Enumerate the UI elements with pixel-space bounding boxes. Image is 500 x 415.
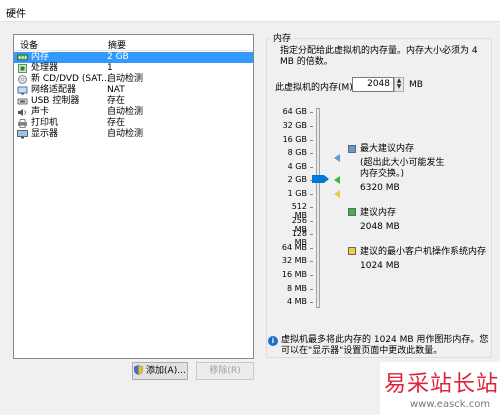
device-name: 内存 bbox=[31, 52, 50, 62]
device-row-monitor[interactable]: 显示器 自动检测 bbox=[14, 129, 253, 140]
network-icon bbox=[17, 86, 28, 95]
watermark: 易采站长站 www.easck.com bbox=[380, 362, 500, 415]
legend-min-swatch bbox=[348, 247, 356, 255]
tick-mark bbox=[310, 275, 313, 276]
device-name: 处理器 bbox=[31, 63, 59, 73]
add-button[interactable]: 添加(A)... bbox=[132, 362, 188, 380]
device-list[interactable]: 设备 摘要 内存 2 GB 处理器 1 新 CD/DVD (SAT... 自动检… bbox=[13, 34, 254, 359]
memory-field-label: 此虚拟机的内存(M): bbox=[275, 83, 356, 93]
tick-mark bbox=[310, 153, 313, 154]
device-name: 显示器 bbox=[31, 129, 59, 139]
legend-min-value: 1024 MB bbox=[360, 261, 400, 271]
legend-min-title: 建议的最小客户机操作系统内存 bbox=[360, 247, 487, 257]
device-row-cd-dvd[interactable]: 新 CD/DVD (SAT... 自动检测 bbox=[14, 74, 253, 85]
tick-label: 64 MB bbox=[281, 243, 307, 252]
usb-icon bbox=[17, 98, 28, 105]
memory-description: 指定分配给此虚拟机的内存量。内存大小必须为 4 MB 的倍数。 bbox=[280, 46, 478, 67]
tick-label: 4 MB bbox=[286, 297, 307, 306]
device-row-printer[interactable]: 打印机 存在 bbox=[14, 118, 253, 129]
remove-button-label: 移除(R) bbox=[209, 366, 241, 376]
tick-mark bbox=[310, 194, 313, 195]
tick-label: 32 GB bbox=[282, 121, 307, 130]
device-summary: 存在 bbox=[107, 96, 126, 106]
recommended-marker bbox=[334, 176, 340, 184]
cd-icon bbox=[18, 75, 27, 84]
tick-label: 16 GB bbox=[282, 135, 307, 144]
memory-icon bbox=[17, 54, 28, 61]
device-row-cpu[interactable]: 处理器 1 bbox=[14, 63, 253, 74]
tick-label: 2 GB bbox=[287, 175, 307, 184]
legend-rec-title: 建议内存 bbox=[360, 208, 397, 218]
tick-mark bbox=[310, 289, 313, 290]
device-name: 声卡 bbox=[31, 107, 50, 117]
tick-label: 64 GB bbox=[282, 107, 307, 116]
tick-mark bbox=[310, 167, 313, 168]
tick-mark bbox=[310, 112, 313, 113]
legend-rec-swatch bbox=[348, 208, 356, 216]
tick-mark bbox=[310, 126, 313, 127]
watermark-text: 易采站长站 bbox=[384, 372, 500, 397]
tick-label: 16 MB bbox=[281, 270, 307, 279]
column-header-summary[interactable]: 摘要 bbox=[108, 38, 126, 51]
tick-mark bbox=[310, 140, 313, 141]
tick-label: 32 MB bbox=[281, 256, 307, 265]
legend-max-note: (超出此大小可能发生内存交换。) bbox=[360, 158, 445, 179]
min-recommended-marker bbox=[334, 190, 340, 198]
memory-spinner[interactable]: ▲ ▼ bbox=[394, 77, 404, 92]
device-summary: 自动检测 bbox=[107, 107, 144, 117]
watermark-url: www.easck.com bbox=[410, 399, 491, 410]
device-row-sound[interactable]: 声卡 自动检测 bbox=[14, 107, 253, 118]
sound-icon bbox=[18, 109, 26, 116]
spin-down-icon[interactable]: ▼ bbox=[395, 84, 403, 90]
device-row-usb[interactable]: USB 控制器 存在 bbox=[14, 96, 253, 107]
column-header-device[interactable]: 设备 bbox=[20, 38, 38, 51]
device-summary: 1 bbox=[107, 63, 113, 73]
device-row-memory[interactable]: 内存 2 GB bbox=[14, 52, 253, 63]
graphics-memory-info: 虚拟机最多将此内存的 1024 MB 用作图形内存。您可以在"显示器"设置页面中… bbox=[281, 335, 489, 356]
device-name: 新 CD/DVD (SAT... bbox=[31, 74, 110, 84]
tick-label: 4 GB bbox=[287, 162, 307, 171]
add-button-label: 添加(A)... bbox=[146, 366, 186, 376]
info-icon: i bbox=[268, 336, 278, 346]
tick-mark bbox=[310, 207, 313, 208]
tick-mark bbox=[310, 302, 313, 303]
max-recommended-marker bbox=[334, 154, 340, 162]
shield-icon bbox=[134, 365, 143, 375]
legend-max-value: 6320 MB bbox=[360, 183, 400, 193]
memory-slider-thumb[interactable] bbox=[312, 175, 329, 183]
device-name: 网络适配器 bbox=[31, 85, 77, 95]
title-bar: 硬件 bbox=[0, 0, 500, 22]
tick-label: 1 GB bbox=[287, 189, 307, 198]
device-summary: 自动检测 bbox=[107, 129, 144, 139]
tick-mark bbox=[310, 261, 313, 262]
device-name: USB 控制器 bbox=[31, 96, 80, 106]
device-name: 打印机 bbox=[31, 118, 59, 128]
remove-button[interactable]: 移除(R) bbox=[196, 362, 254, 380]
memory-slider-track[interactable] bbox=[316, 108, 320, 308]
window-title: 硬件 bbox=[6, 9, 26, 20]
legend-max-swatch bbox=[348, 145, 356, 153]
memory-group-title: 内存 bbox=[270, 31, 295, 44]
tick-label: 8 MB bbox=[286, 284, 307, 293]
monitor-icon bbox=[17, 130, 28, 139]
tick-mark bbox=[310, 221, 313, 222]
printer-icon bbox=[18, 119, 27, 128]
memory-unit: MB bbox=[409, 80, 423, 90]
legend-rec-value: 2048 MB bbox=[360, 222, 400, 232]
tick-label: 8 GB bbox=[287, 148, 307, 157]
tick-mark bbox=[310, 248, 313, 249]
device-summary: 存在 bbox=[107, 118, 126, 128]
cpu-icon bbox=[18, 64, 27, 73]
device-list-header: 设备 摘要 bbox=[14, 35, 253, 51]
device-summary: 2 GB bbox=[107, 52, 129, 62]
tick-mark bbox=[310, 234, 313, 235]
device-row-network[interactable]: 网络适配器 NAT bbox=[14, 85, 253, 96]
device-summary: NAT bbox=[107, 85, 125, 95]
legend-max-title: 最大建议内存 bbox=[360, 144, 415, 154]
device-summary: 自动检测 bbox=[107, 74, 144, 84]
memory-value-input[interactable]: 2048 bbox=[352, 77, 394, 92]
